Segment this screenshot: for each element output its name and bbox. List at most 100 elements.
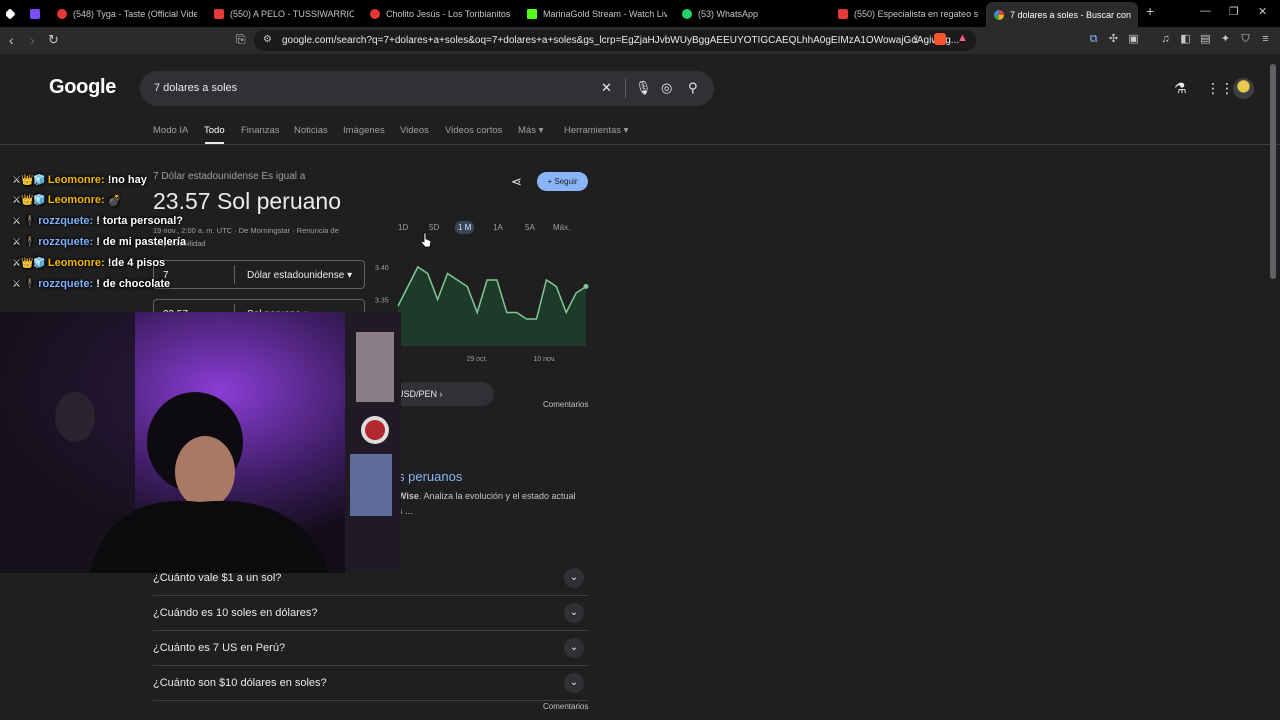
close-tab-icon[interactable]: ✕ (1131, 8, 1138, 21)
tab-noticias[interactable]: Noticias (294, 125, 328, 136)
tab-title: 7 dolares a soles - Buscar con (1010, 9, 1132, 20)
media-icon[interactable]: ♫ (1159, 33, 1172, 46)
search-divider (625, 79, 626, 98)
leo-ai-icon[interactable]: ✦ (1219, 33, 1232, 46)
tab-todo[interactable]: Todo (204, 125, 225, 136)
search-icon[interactable]: ⚲ (688, 80, 698, 96)
menu-icon[interactable]: ≡ (1259, 33, 1272, 46)
faq-question: ¿Cuánto es 7 US en Perú? (153, 642, 286, 654)
chat-text: ! de chocolate (96, 278, 171, 290)
tab-bar: (548) Tyga - Taste (Official Video) ft (… (0, 0, 1280, 27)
youtube-icon (838, 8, 848, 19)
chat-username: Leomonre: (47, 194, 105, 206)
labs-flask-icon[interactable]: ⚗ (1174, 80, 1187, 97)
bookmark-icon[interactable]: ⎘ (236, 32, 246, 47)
faq-item[interactable]: ¿Cuánto son $10 dólares en soles? ⌄ (153, 666, 588, 701)
chevron-down-icon[interactable]: ⌄ (564, 638, 584, 658)
range-1a[interactable]: 1A (490, 221, 506, 234)
from-currency-select[interactable]: Dólar estadounidense ▾ (247, 270, 352, 281)
tab-youtube-apelo[interactable]: (550) A PELO - TUSSIWARRIORS (V (214, 4, 354, 23)
usd-pen-link[interactable]: USD/PEN › (393, 382, 494, 406)
url-field[interactable]: ⚙ google.com/search?q=7+dolares+a+soles&… (254, 30, 976, 51)
tab-youtube-cholito[interactable]: Cholito Jesús - Los Toribianitos - LI (370, 4, 510, 23)
from-currency-row: 7 Dólar estadounidense ▾ (153, 260, 365, 289)
back-icon[interactable]: ‹ (9, 32, 14, 48)
tab-modo-ia[interactable]: Modo IA (153, 125, 188, 136)
forward-icon[interactable]: › (30, 32, 35, 48)
comments-link[interactable]: Comentarios (543, 400, 588, 409)
tab-videos-cortos[interactable]: Videos cortos (445, 125, 502, 136)
maximize-icon[interactable]: ❐ (1229, 5, 1239, 18)
close-window-icon[interactable]: ✕ (1258, 5, 1267, 18)
webcam-feed (0, 312, 401, 573)
share-icon[interactable]: ⋖ (511, 174, 522, 190)
chat-message: ⚔ 🕴 rozzquete:! de mi pastelería (12, 233, 186, 251)
mouse-pointer-icon (420, 232, 432, 248)
sidebar-icon[interactable]: ◧ (1179, 33, 1192, 46)
tab-pinned-2[interactable] (30, 4, 46, 23)
range-max[interactable]: Máx. (550, 221, 573, 234)
chat-username: Leomonre: (47, 174, 105, 186)
exchange-rate-chart[interactable]: 3.40 3.35 29 oct. 10 nov. (370, 249, 592, 369)
favicon-icon (30, 8, 40, 19)
range-5a[interactable]: 5A (522, 221, 538, 234)
chat-badges: ⚔ 🕴 (12, 215, 37, 227)
tab-title: Cholito Jesús - Los Toribianitos - LI (386, 8, 510, 19)
tab-herramientas[interactable]: Herramientas ▾ (564, 125, 628, 136)
chat-badges: ⚔ 🕴 (12, 236, 37, 248)
microphone-icon[interactable]: 🎙 (635, 80, 652, 96)
result-title[interactable]: s peruanos (398, 469, 462, 484)
chevron-down-icon[interactable]: ⌄ (564, 603, 584, 623)
extensions-icon[interactable]: ✣ (1107, 33, 1120, 46)
range-1d[interactable]: 1D (395, 221, 411, 234)
tab-kick-marinagold[interactable]: MarinaGold Stream - Watch Live o (527, 4, 667, 23)
chevron-down-icon[interactable]: ⌄ (564, 673, 584, 693)
new-tab-icon[interactable]: + (1146, 3, 1154, 19)
tab-videos[interactable]: Videos (400, 125, 429, 136)
tab-mas[interactable]: Más ▾ (518, 125, 543, 136)
chat-username: rozzquete: (38, 278, 94, 290)
apps-grid-icon[interactable]: ⋮⋮ (1206, 80, 1234, 97)
avatar[interactable] (1233, 78, 1254, 99)
url-text: google.com/search?q=7+dolares+a+soles&oq… (282, 35, 960, 46)
reload-icon[interactable]: ↻ (48, 32, 59, 48)
faq-question: ¿Cuánto vale $1 a un sol? (153, 572, 282, 584)
tab-finanzas[interactable]: Finanzas (241, 125, 280, 136)
tab-youtube-tyga[interactable]: (548) Tyga - Taste (Official Video) ft (57, 4, 197, 23)
faq-item[interactable]: ¿Cuándo es 10 soles en dólares? ⌄ (153, 596, 588, 631)
extension-icon[interactable]: ▣ (1127, 33, 1140, 46)
tab-youtube-regateo[interactable]: (550) Especialista en regateo se ni (838, 4, 978, 23)
search-box[interactable]: 7 dolares a soles ✕ 🎙 ◎ ⚲ (140, 71, 714, 106)
faq-item[interactable]: ¿Cuánto es 7 US en Perú? ⌄ (153, 631, 588, 666)
google-logo[interactable]: Google (49, 76, 116, 99)
faq-question: ¿Cuándo es 10 soles en dólares? (153, 607, 318, 619)
brave-shields-icon[interactable] (934, 33, 946, 45)
wallet-icon[interactable]: ▤ (1199, 33, 1212, 46)
search-input[interactable]: 7 dolares a soles (154, 82, 237, 94)
translate-icon[interactable]: ⧉ (1087, 33, 1100, 46)
share-url-icon[interactable]: ⇪ (911, 33, 920, 46)
chevron-down-icon[interactable]: ⌄ (564, 568, 584, 588)
clear-icon[interactable]: ✕ (601, 80, 612, 96)
chat-text: 💣 (107, 194, 122, 207)
faq-comments-link[interactable]: Comentarios (543, 702, 588, 711)
tab-google-search-active[interactable]: 7 dolares a soles - Buscar con✕ (986, 2, 1138, 27)
chat-message: ⚔👑🧊 Leomonre: !no hay (12, 171, 147, 189)
address-bar: ‹ › ↻ ⎘ ⚙ google.com/search?q=7+dolares+… (0, 27, 1280, 54)
chat-text: ! torta personal? (96, 215, 183, 227)
minimize-icon[interactable]: — (1200, 5, 1211, 17)
tab-pinned-1[interactable] (6, 4, 22, 23)
follow-button[interactable]: + Seguir (537, 172, 588, 191)
chat-message: ⚔ 🕴 rozzquete:! torta personal? (12, 212, 183, 230)
chat-text: !no hay (107, 174, 147, 186)
chat-message: ⚔👑🧊 Leomonre: 💣 (12, 191, 121, 209)
tab-imagenes[interactable]: Imágenes (343, 125, 385, 136)
lens-icon[interactable]: ◎ (661, 80, 672, 96)
page-scrollbar[interactable] (1270, 64, 1276, 279)
converter-divider (234, 265, 235, 284)
site-info-icon[interactable]: ⚙ (263, 34, 272, 45)
brave-rewards-icon[interactable]: ▲ (957, 32, 968, 44)
tab-whatsapp[interactable]: (53) WhatsApp (682, 4, 822, 23)
vpn-icon[interactable]: ⛉ (1239, 33, 1252, 46)
range-1m[interactable]: 1 M (455, 221, 475, 234)
